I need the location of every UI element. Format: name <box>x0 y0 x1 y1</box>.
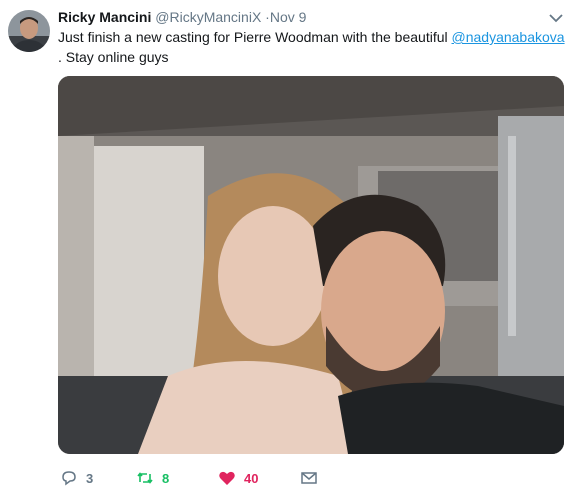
heart-icon <box>219 471 235 485</box>
author-name[interactable]: Ricky Mancini <box>58 9 151 25</box>
retweet-count: 8 <box>162 470 170 486</box>
tweet-header: Ricky Mancini @RickyManciniX ·Nov 9 <box>58 8 306 26</box>
retweet-button[interactable]: 8 <box>136 466 169 490</box>
mention-link[interactable]: @nadyanabakova <box>452 29 565 45</box>
tweet-text-start: Just finish a new casting for Pierre Woo… <box>58 29 452 45</box>
tweet-photo[interactable] <box>58 76 564 454</box>
like-button[interactable]: 40 <box>218 466 258 490</box>
tweet-date[interactable]: Nov 9 <box>270 9 307 25</box>
like-count: 40 <box>244 470 259 486</box>
envelope-icon <box>301 472 317 484</box>
tweet-actions: 3 8 40 <box>58 466 358 490</box>
more-options-button[interactable] <box>548 10 564 26</box>
tweet-text: Just finish a new casting for Pierre Woo… <box>58 27 568 67</box>
retweet-icon <box>137 472 153 484</box>
avatar[interactable] <box>8 10 50 52</box>
tweet-text-end: . Stay online guys <box>58 49 169 65</box>
chevron-down-icon <box>549 13 563 22</box>
direct-message-button[interactable] <box>300 466 326 490</box>
avatar-image <box>8 10 50 52</box>
photo-image <box>58 76 564 454</box>
reply-count: 3 <box>86 470 94 486</box>
author-handle[interactable]: @RickyManciniX <box>155 9 261 25</box>
reply-icon <box>62 471 76 486</box>
reply-button[interactable]: 3 <box>60 466 93 490</box>
